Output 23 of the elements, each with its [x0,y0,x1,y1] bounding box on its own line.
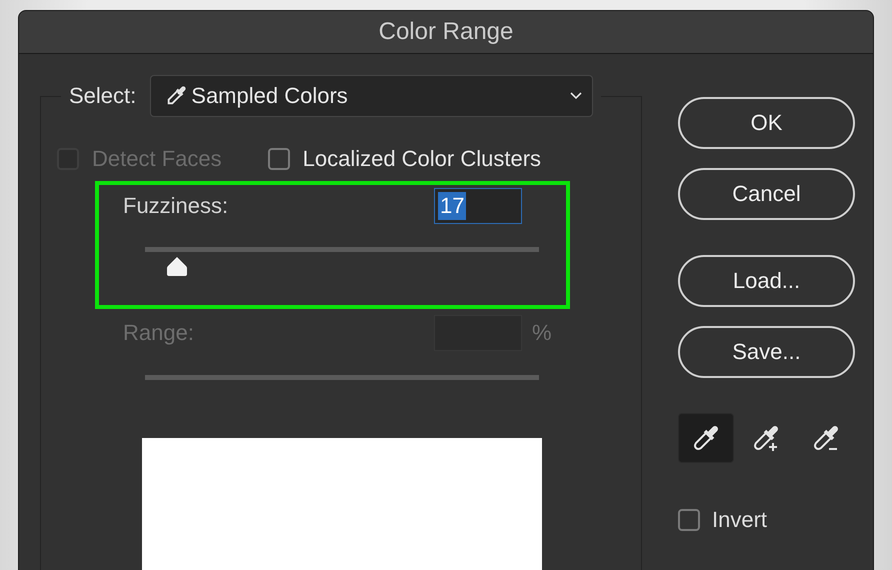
checkbox[interactable] [678,509,700,531]
select-dropdown[interactable]: Sampled Colors [150,75,594,117]
chevron-down-icon [570,92,582,100]
checkbox[interactable] [268,148,290,170]
checkbox-label: Detect Faces [92,146,222,172]
checkbox-label: Invert [712,507,768,533]
eyedropper-icon [691,423,721,453]
dialog-button[interactable]: Load... [678,255,855,307]
eyedropper-minus-icon [811,423,841,453]
select-label: Select: [69,83,136,109]
fuzziness-field[interactable]: 17 [434,188,522,224]
window-title: Color Range [378,18,514,46]
checkbox-label: Localized Color Clusters [302,146,542,172]
percent-unit: % [532,320,552,346]
tool-button[interactable] [678,413,734,463]
dialog-button[interactable]: Save... [678,326,855,378]
dialog-button[interactable]: Cancel [678,168,855,220]
range-label: Range: [123,320,195,346]
dialog-button[interactable]: OK [678,97,855,149]
eyedropper-icon [165,85,188,107]
eyedropper-plus-icon [751,423,781,453]
slider-thumb[interactable] [166,256,187,276]
fuzziness-label: Fuzziness: [123,193,228,219]
